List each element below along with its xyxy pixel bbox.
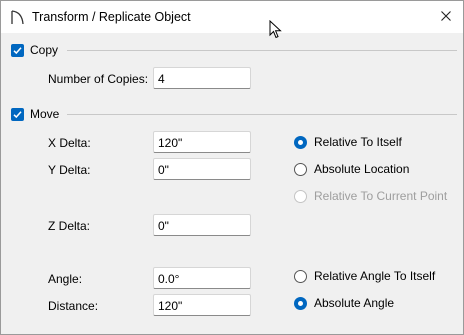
- transform-replicate-dialog: Transform / Replicate Object Copy Number…: [0, 0, 464, 335]
- x-delta-label: X Delta:: [48, 136, 91, 150]
- relative-to-current-point-radio: [294, 190, 307, 203]
- close-icon: [441, 10, 451, 24]
- relative-to-itself-radio[interactable]: [294, 136, 307, 149]
- copy-label: Copy: [30, 43, 59, 57]
- z-delta-label: Z Delta:: [48, 219, 91, 233]
- move-checkbox[interactable]: [11, 108, 24, 121]
- absolute-location-label[interactable]: Absolute Location: [314, 162, 409, 176]
- relative-angle-to-itself-label[interactable]: Relative Angle To Itself: [314, 269, 435, 283]
- distance-input[interactable]: 120": [153, 294, 251, 316]
- number-of-copies-label: Number of Copies:: [48, 72, 149, 86]
- absolute-location-radio[interactable]: [294, 163, 307, 176]
- number-of-copies-input[interactable]: 4: [153, 67, 251, 89]
- mouse-pointer-icon: [269, 19, 283, 40]
- window-title: Transform / Replicate Object: [32, 10, 191, 24]
- relative-to-current-point-label: Relative To Current Point: [314, 189, 448, 203]
- relative-to-itself-label[interactable]: Relative To Itself: [314, 135, 402, 149]
- arc-door-icon: [9, 9, 25, 25]
- absolute-angle-radio[interactable]: [294, 297, 307, 310]
- angle-label: Angle:: [48, 272, 83, 286]
- checkmark-icon: [13, 47, 22, 55]
- checkmark-icon: [13, 111, 22, 119]
- y-delta-input[interactable]: 0": [153, 158, 251, 180]
- move-label: Move: [30, 107, 60, 121]
- title-bar: Transform / Replicate Object: [1, 1, 463, 33]
- move-separator: [67, 114, 457, 115]
- angle-input[interactable]: 0.0°: [153, 267, 251, 289]
- absolute-angle-label[interactable]: Absolute Angle: [314, 296, 394, 310]
- x-delta-input[interactable]: 120": [153, 131, 251, 153]
- z-delta-input[interactable]: 0": [153, 214, 251, 236]
- copy-separator: [67, 50, 457, 51]
- copy-checkbox[interactable]: [11, 44, 24, 57]
- relative-angle-to-itself-radio[interactable]: [294, 270, 307, 283]
- y-delta-label: Y Delta:: [48, 163, 91, 177]
- close-button[interactable]: [429, 1, 463, 33]
- distance-label: Distance:: [48, 299, 99, 313]
